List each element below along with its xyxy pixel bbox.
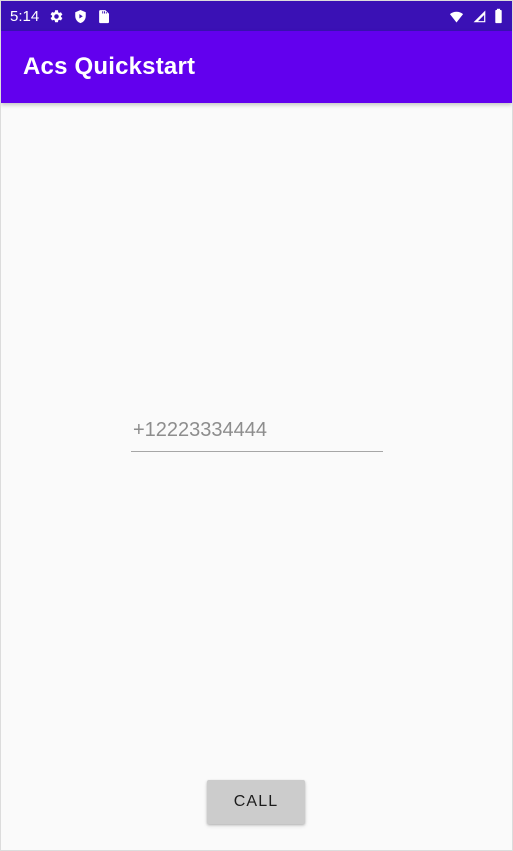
phone-number-input[interactable] (131, 419, 383, 452)
play-protect-shield-icon (73, 9, 88, 24)
app-bar: Acs Quickstart (1, 31, 512, 103)
app-title: Acs Quickstart (23, 53, 196, 80)
wifi-icon (448, 9, 465, 24)
status-bar-left-group: 5:14 (10, 9, 111, 24)
status-bar-right-group (448, 8, 503, 24)
main-content: CALL (1, 103, 512, 850)
cellular-signal-icon (472, 9, 487, 24)
sd-card-icon (97, 9, 111, 24)
settings-gear-icon (49, 9, 64, 24)
status-bar-clock: 5:14 (10, 7, 40, 25)
call-button[interactable]: CALL (207, 780, 305, 824)
status-bar: 5:14 (1, 1, 512, 31)
phone-number-field-container (131, 419, 383, 452)
android-device-screen: 5:14 Acs Quickstart +12223334444 CALL (0, 0, 513, 851)
battery-icon (494, 8, 503, 24)
